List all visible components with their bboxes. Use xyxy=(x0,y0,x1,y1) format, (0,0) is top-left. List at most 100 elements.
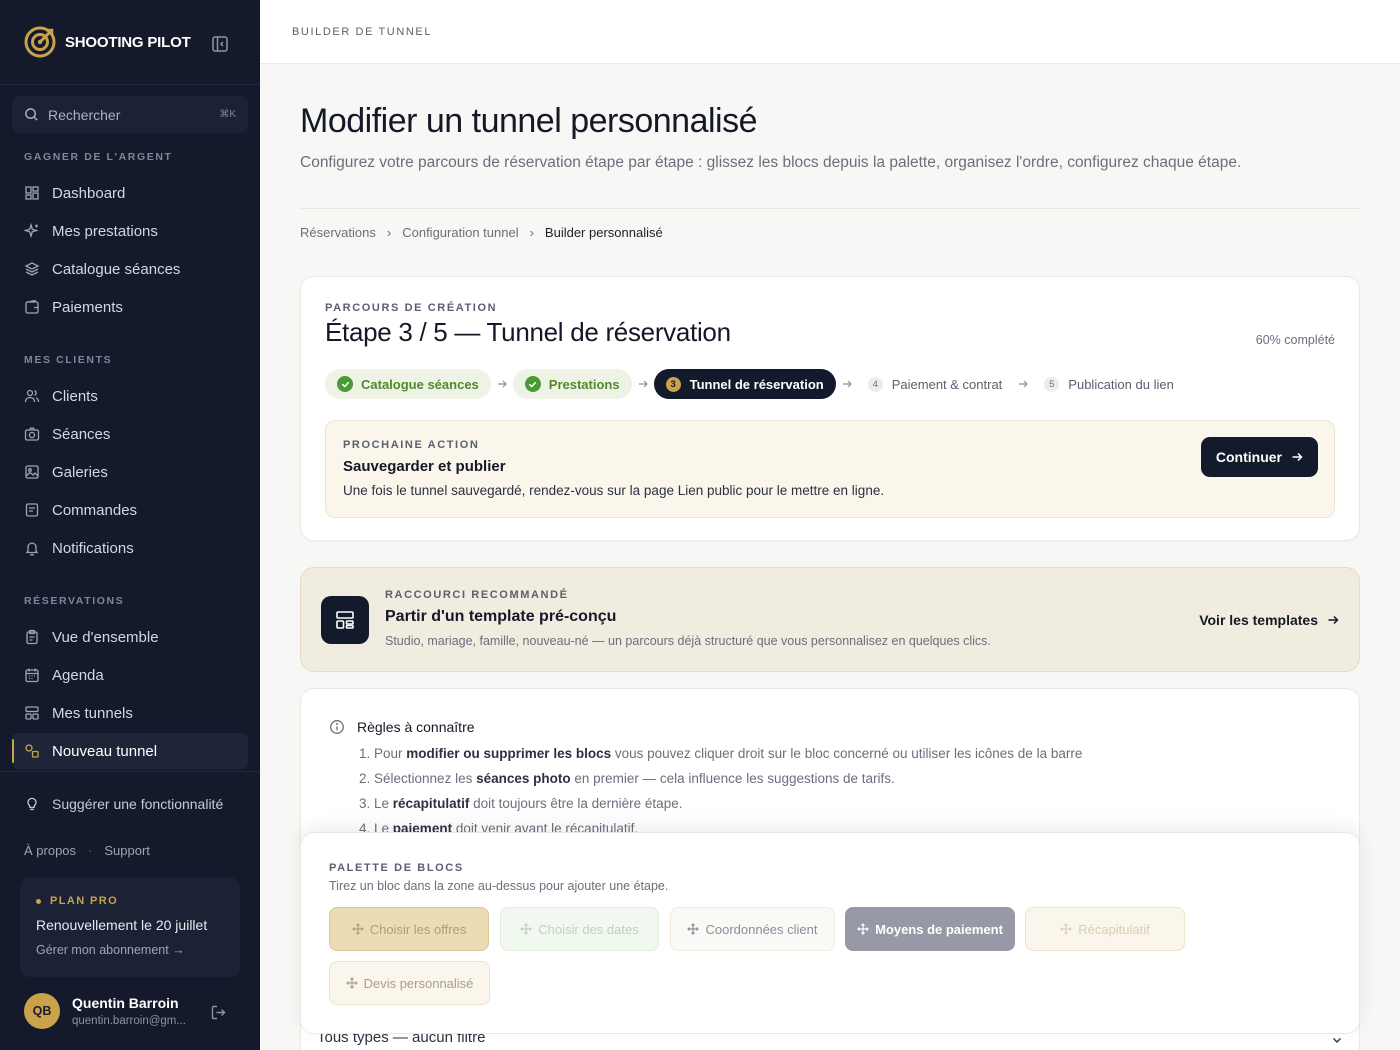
check-icon xyxy=(337,376,353,392)
about-link[interactable]: À propos xyxy=(24,843,76,858)
sidebar-item-catalogue[interactable]: Catalogue séances xyxy=(12,251,248,287)
suggest-feature-link[interactable]: Suggérer une fonctionnalité xyxy=(24,796,223,812)
rule-item: 1. Pour modifier ou supprimer les blocs … xyxy=(359,746,1082,761)
continue-label: Continuer xyxy=(1215,449,1282,465)
progress-title: Étape 3 / 5 — Tunnel de réservation xyxy=(325,317,731,347)
block-moyens-paiement[interactable]: Moyens de paiement xyxy=(845,907,1015,951)
breadcrumb-configuration[interactable]: Configuration tunnel xyxy=(402,225,518,240)
sidebar-item-mes-tunnels[interactable]: Mes tunnels xyxy=(12,695,248,731)
sidebar-item-paiements[interactable]: Paiements xyxy=(12,289,248,325)
step-tunnel[interactable]: 3 Tunnel de réservation xyxy=(653,369,836,399)
rule-text: Pour xyxy=(374,746,407,761)
sidebar-item-vue-ensemble[interactable]: Vue d'ensemble xyxy=(12,619,248,655)
block-label: Devis personnalisé xyxy=(363,975,474,991)
step-number: 4 xyxy=(867,376,883,392)
logout-icon[interactable] xyxy=(210,1004,227,1021)
sidebar-item-prestations[interactable]: Mes prestations xyxy=(12,213,248,249)
template-shortcut-card[interactable]: RACCOURCI RECOMMANDÉ Partir d'un templat… xyxy=(300,567,1360,672)
block-label: Récapitulatif xyxy=(1078,921,1150,937)
palette-eyebrow: PALETTE DE BLOCS xyxy=(329,862,464,874)
sidebar-item-agenda[interactable]: Agenda xyxy=(12,657,248,693)
plan-title: PLAN PRO xyxy=(36,895,224,907)
step-prestations[interactable]: Prestations xyxy=(512,369,632,399)
rule-text: Le xyxy=(374,796,393,811)
layers-icon xyxy=(24,262,40,276)
collapse-sidebar-icon[interactable] xyxy=(211,35,229,53)
bell-icon xyxy=(25,542,39,556)
step-paiement[interactable]: 4 Paiement & contrat xyxy=(858,369,1013,399)
divider xyxy=(0,771,260,772)
main-content: BUILDER DE TUNNEL Modifier un tunnel per… xyxy=(260,0,1400,1050)
block-label: Choisir les offres xyxy=(369,921,467,937)
step-catalogue[interactable]: Catalogue séances xyxy=(325,369,491,399)
divider xyxy=(300,208,1360,209)
image-icon xyxy=(25,465,39,479)
continue-button[interactable]: Continuer xyxy=(1200,437,1318,477)
drag-move-icon xyxy=(857,923,869,935)
sidebar-item-dashboard[interactable]: Dashboard xyxy=(12,175,248,211)
chevron-down-icon[interactable] xyxy=(1331,1034,1343,1046)
shortcut-eyebrow: RACCOURCI RECOMMANDÉ xyxy=(385,589,569,601)
sidebar-item-clients[interactable]: Clients xyxy=(12,378,248,414)
sidebar-item-label: Commandes xyxy=(52,501,138,519)
receipt-icon xyxy=(25,503,39,517)
progress-percent: 60% complété xyxy=(1255,333,1335,347)
rule-number: 2. xyxy=(359,771,375,786)
block-palette: PALETTE DE BLOCS Tirez un bloc dans la z… xyxy=(300,832,1360,1034)
search-shortcut: ⌘K xyxy=(219,109,236,120)
sidebar-item-seances[interactable]: Séances xyxy=(12,416,248,452)
search-input[interactable]: Rechercher ⌘K xyxy=(12,96,248,133)
manage-subscription-link[interactable]: Gérer mon abonnement → xyxy=(36,943,224,957)
users-icon xyxy=(24,389,40,403)
step-publication[interactable]: 5 Publication du lien xyxy=(1034,369,1184,399)
block-devis-personnalise[interactable]: Devis personnalisé xyxy=(329,961,490,1005)
block-choisir-offres[interactable]: Choisir les offres xyxy=(329,907,489,951)
arrow-right-icon xyxy=(1012,379,1034,389)
sidebar-item-notifications[interactable]: Notifications xyxy=(12,530,248,566)
page-title: Modifier un tunnel personnalisé xyxy=(300,102,758,140)
breadcrumb-reservations[interactable]: Réservations xyxy=(300,225,376,240)
brand-name: SHOOTING PILOT xyxy=(65,33,191,51)
block-label: Choisir des dates xyxy=(538,921,639,937)
brand[interactable]: SHOOTING PILOT xyxy=(24,26,191,58)
sidebar-item-galeries[interactable]: Galeries xyxy=(12,454,248,490)
block-label: Moyens de paiement xyxy=(875,921,1003,937)
step-label: Tunnel de réservation xyxy=(689,376,824,392)
camera-icon xyxy=(24,427,40,441)
sparkle-icon xyxy=(24,223,39,239)
plan-card: PLAN PRO Renouvellement le 20 juillet Gé… xyxy=(20,877,240,977)
rules-title: Règles à connaître xyxy=(357,719,475,735)
sidebar-item-nouveau-tunnel[interactable]: Nouveau tunnel xyxy=(12,733,248,769)
rule-emphasis: modifier ou supprimer les blocs xyxy=(406,746,612,761)
user-profile[interactable]: QB Quentin Barroin quentin.barroin@gm... xyxy=(24,993,186,1029)
rule-number: 3. xyxy=(359,796,375,811)
user-name: Quentin Barroin xyxy=(72,995,179,1011)
rule-text: doit toujours être la dernière étape. xyxy=(469,796,683,811)
support-link[interactable]: Support xyxy=(104,843,150,858)
calendar-icon xyxy=(25,668,39,683)
sidebar-item-label: Galeries xyxy=(52,463,108,481)
block-recapitulatif[interactable]: Récapitulatif xyxy=(1025,907,1185,951)
next-action-eyebrow: PROCHAINE ACTION xyxy=(343,439,480,451)
sidebar-item-commandes[interactable]: Commandes xyxy=(12,492,248,528)
block-coordonnees-client[interactable]: Coordonnées client xyxy=(670,907,835,951)
next-action-panel: PROCHAINE ACTION Sauvegarder et publier … xyxy=(325,420,1335,518)
sidebar-item-label: Mes tunnels xyxy=(52,704,133,722)
step-label: Paiement & contrat xyxy=(891,376,1003,392)
rule-item: 2. Sélectionnez les séances photo en pre… xyxy=(359,771,895,786)
chevron-right-icon: › xyxy=(386,225,392,240)
rule-text: vous pouvez cliquer droit sur le bloc co… xyxy=(611,746,1083,761)
target-logo-icon xyxy=(24,26,56,58)
view-templates-link[interactable]: Voir les templates xyxy=(1199,612,1339,628)
dashboard-icon xyxy=(25,186,39,200)
rule-emphasis: séances photo xyxy=(476,771,571,786)
sidebar-item-label: Séances xyxy=(52,425,111,443)
progress-eyebrow: PARCOURS DE CRÉATION xyxy=(325,302,498,314)
sidebar-item-label: Notifications xyxy=(52,539,134,557)
step-number: 3 xyxy=(665,376,681,392)
block-choisir-dates[interactable]: Choisir des dates xyxy=(500,907,659,951)
section-title: RÉSERVATIONS xyxy=(24,595,125,607)
search-placeholder: Rechercher xyxy=(48,106,121,123)
shortcut-desc: Studio, mariage, famille, nouveau-né — u… xyxy=(385,634,991,648)
arrow-right-icon xyxy=(1292,452,1303,462)
